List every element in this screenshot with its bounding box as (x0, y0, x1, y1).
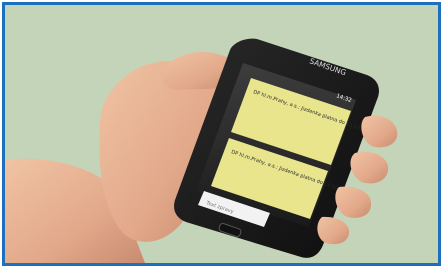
photo-scene: SAMSUNG 14:32 DP hl.m.Prahy, a.s.: Jizde… (5, 5, 438, 263)
photo: SAMSUNG 14:32 DP hl.m.Prahy, a.s.: Jizde… (2, 2, 441, 266)
